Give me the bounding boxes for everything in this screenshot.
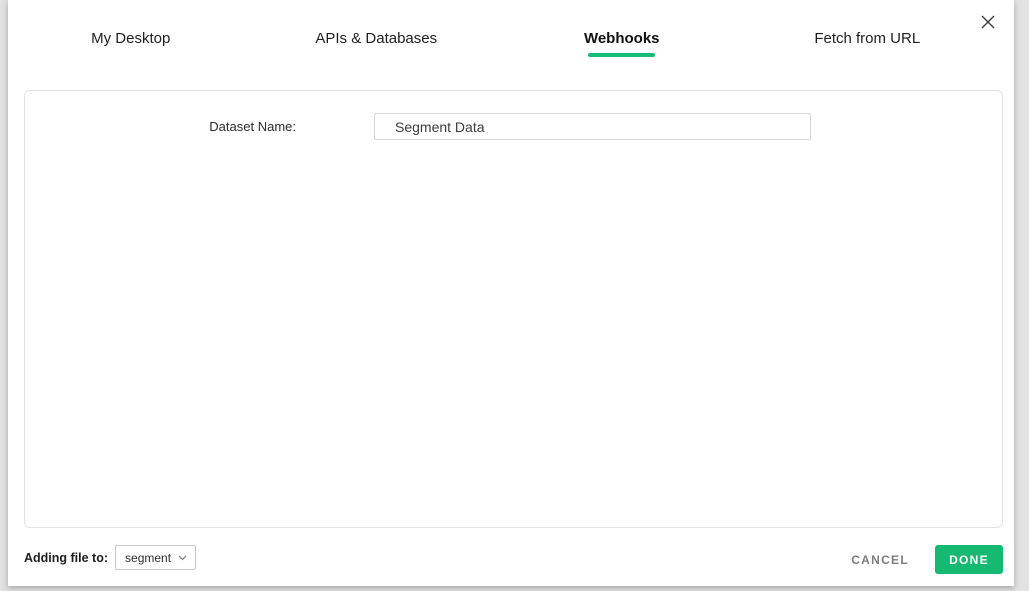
tab-apis-databases[interactable]: APIs & Databases [254, 28, 500, 62]
webhook-content-panel: Dataset Name: [24, 90, 1003, 528]
chevron-down-icon [178, 555, 187, 561]
tab-label: My Desktop [91, 30, 171, 47]
dataset-name-input[interactable] [374, 113, 811, 140]
tab-my-desktop[interactable]: My Desktop [8, 28, 254, 62]
tab-label: Fetch from URL [814, 30, 921, 47]
folder-select-value: segment [125, 550, 172, 565]
tab-active-underline [588, 53, 656, 57]
dataset-name-label: Dataset Name: [209, 119, 296, 134]
tab-label: Webhooks [583, 30, 660, 47]
add-dataset-modal: My Desktop APIs & Databases Webhooks Fet… [8, 0, 1014, 586]
adding-file-section: Adding file to: segment [24, 544, 197, 571]
folder-select[interactable]: segment [115, 545, 197, 570]
done-button[interactable]: DONE [935, 545, 1003, 574]
tab-fetch-from-url[interactable]: Fetch from URL [745, 28, 991, 62]
footer-actions: CANCEL DONE [847, 545, 1003, 574]
source-tabs: My Desktop APIs & Databases Webhooks Fet… [8, 28, 990, 62]
cancel-button[interactable]: CANCEL [847, 547, 913, 573]
adding-file-label: Adding file to: [24, 550, 109, 565]
tab-label: APIs & Databases [315, 30, 438, 47]
tab-webhooks[interactable]: Webhooks [499, 28, 745, 62]
